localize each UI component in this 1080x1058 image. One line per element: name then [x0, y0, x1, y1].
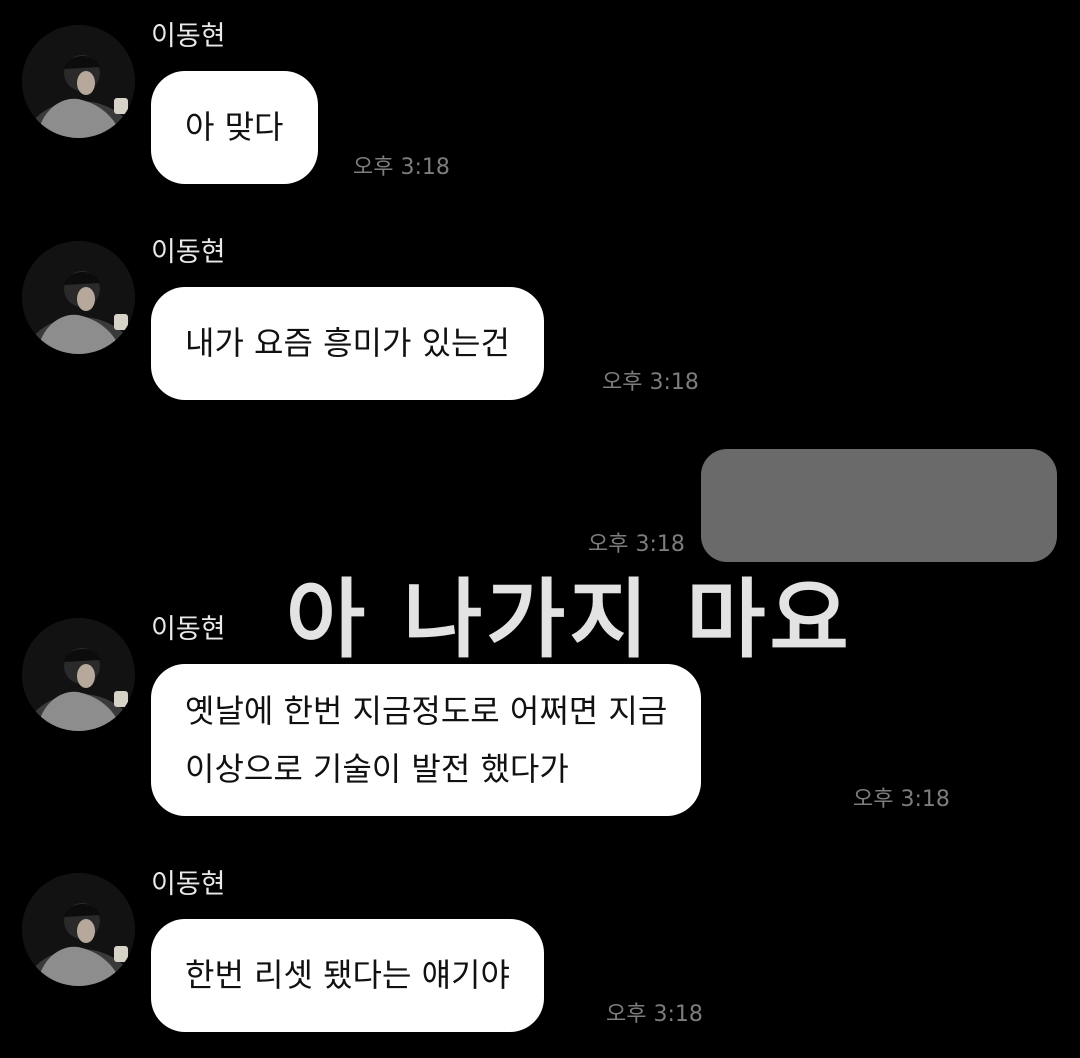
- message-text: 한번 리셋 됐다는 얘기야: [185, 956, 510, 994]
- profile-photo-icon: [22, 618, 135, 731]
- sender-name: 이동현: [151, 869, 226, 900]
- message-text-line-2: 이상으로 기술이 발전 했다가: [185, 750, 569, 788]
- avatar[interactable]: [22, 873, 135, 986]
- avatar[interactable]: [22, 25, 135, 138]
- outgoing-timestamp: 오후 3:18: [588, 532, 685, 557]
- profile-photo-icon: [22, 241, 135, 354]
- message-timestamp: 오후 3:18: [602, 370, 699, 395]
- message-timestamp: 오후 3:18: [853, 787, 950, 812]
- message-text: 아 맞다: [185, 108, 284, 146]
- profile-photo-icon: [22, 25, 135, 138]
- message-bubble[interactable]: 한번 리셋 됐다는 얘기야: [151, 919, 544, 1032]
- sender-name: 이동현: [151, 21, 226, 52]
- sender-name: 이동현: [151, 237, 226, 268]
- sender-name: 이동현: [151, 614, 226, 645]
- avatar[interactable]: [22, 618, 135, 731]
- overlay-caption: 아 나가지 마요: [286, 570, 853, 670]
- outgoing-message-redacted[interactable]: [701, 449, 1057, 562]
- message-timestamp: 오후 3:18: [606, 1002, 703, 1027]
- message-bubble[interactable]: 아 맞다: [151, 71, 318, 184]
- message-text: 내가 요즘 흥미가 있는건: [185, 324, 510, 362]
- message-text-line-1: 옛날에 한번 지금정도로 어쩌면 지금: [185, 692, 668, 730]
- message-bubble[interactable]: 옛날에 한번 지금정도로 어쩌면 지금 이상으로 기술이 발전 했다가: [151, 664, 702, 816]
- message-timestamp: 오후 3:18: [353, 155, 450, 180]
- message-bubble[interactable]: 내가 요즘 흥미가 있는건: [151, 287, 544, 400]
- profile-photo-icon: [22, 873, 135, 986]
- avatar[interactable]: [22, 241, 135, 354]
